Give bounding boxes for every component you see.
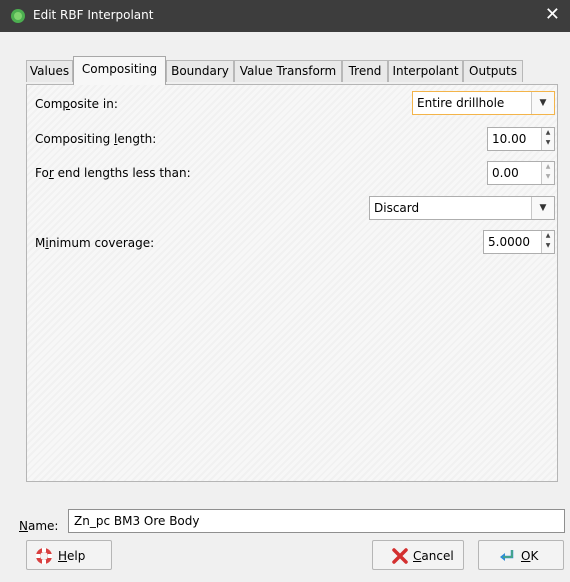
compositing-length-spinbox[interactable]: 10.00 ▲ ▼ — [487, 127, 555, 151]
tab-trend[interactable]: Trend — [342, 60, 388, 82]
ok-button[interactable]: OK — [478, 540, 564, 570]
red-x-icon — [392, 548, 408, 564]
cancel-label: Cancel — [413, 549, 454, 563]
compositing-length-value: 10.00 — [492, 132, 527, 146]
green-return-arrow-icon — [500, 550, 514, 561]
minimum-coverage-value: 5.0000 — [488, 235, 530, 249]
spin-arrows-icon[interactable]: ▲ ▼ — [541, 231, 554, 253]
end-action-value: Discard — [374, 201, 420, 215]
compositing-panel: Composite in: Entire drillhole ▼ Composi… — [26, 84, 558, 482]
name-input[interactable]: Zn_pc BM3 Ore Body — [68, 509, 565, 533]
tab-value-transform[interactable]: Value Transform — [234, 60, 342, 82]
end-lengths-value: 0.00 — [492, 166, 519, 180]
app-logo-icon — [11, 9, 25, 23]
chevron-down-icon[interactable]: ▼ — [531, 92, 554, 114]
spin-arrows-icon[interactable]: ▲ ▼ — [541, 162, 554, 184]
ok-label: OK — [521, 549, 539, 563]
end-action-select[interactable]: Discard ▼ — [369, 196, 555, 220]
tab-outputs[interactable]: Outputs — [463, 60, 523, 82]
tab-values[interactable]: Values — [26, 60, 73, 82]
minimum-coverage-spinbox[interactable]: 5.0000 ▲ ▼ — [483, 230, 555, 254]
spin-arrows-icon[interactable]: ▲ ▼ — [541, 128, 554, 150]
tab-boundary[interactable]: Boundary — [166, 60, 234, 82]
chevron-down-icon[interactable]: ▼ — [531, 197, 554, 219]
compositing-length-label: Compositing length: — [35, 132, 157, 146]
lifebuoy-icon — [36, 548, 52, 564]
name-label: Name: — [19, 519, 59, 533]
tab-interpolant[interactable]: Interpolant — [388, 60, 463, 82]
window-title: Edit RBF Interpolant — [33, 8, 154, 22]
help-button[interactable]: Help — [26, 540, 112, 570]
help-label: Help — [58, 549, 86, 563]
tab-compositing[interactable]: Compositing — [73, 56, 166, 85]
cancel-button[interactable]: Cancel — [372, 540, 464, 570]
composite-in-label: Composite in: — [35, 97, 118, 111]
end-lengths-label: For end lengths less than: — [35, 166, 191, 180]
minimum-coverage-label: Minimum coverage: — [35, 236, 155, 250]
end-lengths-spinbox[interactable]: 0.00 ▲ ▼ — [487, 161, 555, 185]
close-icon[interactable]: ✕ — [545, 5, 560, 25]
composite-in-select[interactable]: Entire drillhole ▼ — [412, 91, 555, 115]
title-bar: Edit RBF Interpolant ✕ — [0, 0, 570, 32]
composite-in-value: Entire drillhole — [417, 96, 505, 110]
edit-rbf-interpolant-dialog: Edit RBF Interpolant ✕ Values Compositin… — [0, 0, 570, 582]
